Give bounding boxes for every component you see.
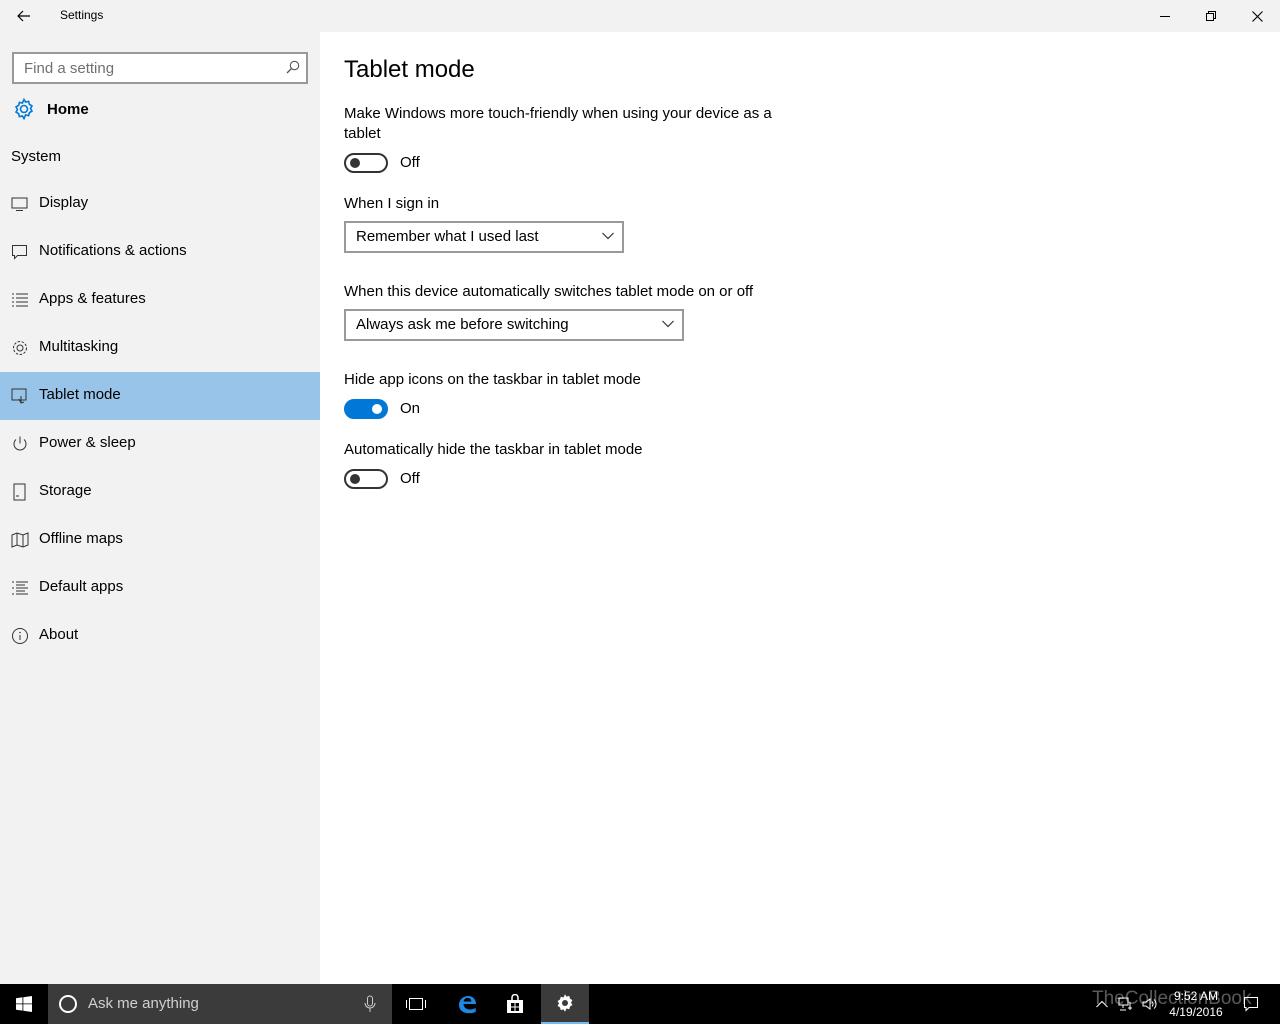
- window-title: Settings: [60, 8, 104, 22]
- power-icon: [13, 436, 27, 451]
- sign-in-label: When I sign in: [344, 195, 440, 212]
- sidebar-item-display[interactable]: Display: [0, 180, 320, 228]
- toggle-knob: [350, 158, 360, 168]
- touch-friendly-state: Off: [400, 154, 420, 171]
- storage-icon: [13, 483, 26, 501]
- settings-taskbar-button[interactable]: [541, 984, 589, 1024]
- sidebar-item-label: Apps & features: [39, 290, 146, 307]
- sidebar-item-apps[interactable]: Apps & features: [0, 276, 320, 324]
- title-bar: Settings: [0, 0, 1280, 32]
- sidebar-item-storage[interactable]: Storage: [0, 468, 320, 516]
- windows-logo-icon: [16, 996, 32, 1012]
- default-apps-icon: [12, 581, 28, 595]
- gear-icon: [14, 97, 34, 121]
- clock[interactable]: 9:52 AM 4/19/2016: [1160, 988, 1232, 1020]
- sidebar-item-label: Notifications & actions: [39, 242, 187, 259]
- sidebar-item-label: Storage: [39, 482, 92, 499]
- back-button[interactable]: [0, 0, 48, 32]
- chevron-down-icon: [662, 320, 674, 328]
- sidebar-item-label: About: [39, 626, 79, 643]
- store-icon: [507, 994, 523, 1013]
- auto-switch-dropdown[interactable]: Always ask me before switching: [344, 309, 684, 341]
- info-icon: [12, 628, 28, 644]
- search-icon: [286, 60, 300, 74]
- cortana-icon: [59, 995, 77, 1013]
- sidebar-item-multitasking[interactable]: Multitasking: [0, 324, 320, 372]
- multitasking-icon: [13, 341, 27, 355]
- auto-switch-value: Always ask me before switching: [356, 316, 569, 333]
- toggle-knob: [372, 404, 382, 414]
- display-icon: [11, 197, 28, 211]
- sidebar-item-label: Power & sleep: [39, 434, 136, 451]
- sidebar-item-about[interactable]: About: [0, 612, 320, 660]
- page-title: Tablet mode: [344, 56, 475, 83]
- task-view-icon: [406, 998, 426, 1010]
- restore-icon: [1206, 11, 1216, 21]
- notifications-icon: [12, 245, 27, 260]
- home-link[interactable]: Home: [12, 94, 312, 124]
- section-title: System: [11, 148, 62, 165]
- sign-in-value: Remember what I used last: [356, 228, 539, 245]
- sidebar-item-label: Display: [39, 194, 89, 211]
- hide-taskbar-toggle[interactable]: [344, 469, 388, 489]
- gear-icon: [557, 994, 573, 1012]
- start-button[interactable]: [0, 984, 48, 1024]
- sidebar-item-power[interactable]: Power & sleep: [0, 420, 320, 468]
- touch-friendly-description: Make Windows more touch-friendly when us…: [344, 105, 772, 142]
- taskbar: Ask me anything TheCollectionBook 9:52 A…: [0, 984, 1280, 1024]
- close-icon: [1251, 10, 1263, 22]
- search-input[interactable]: Find a setting: [12, 52, 308, 84]
- edge-icon: [459, 996, 476, 1014]
- sidebar-item-label: Multitasking: [39, 338, 119, 355]
- cortana-search-box[interactable]: Ask me anything: [48, 984, 392, 1024]
- home-label: Home: [47, 100, 89, 118]
- hide-icons-label: Hide app icons on the taskbar in tablet …: [344, 371, 641, 388]
- touch-friendly-toggle[interactable]: [344, 153, 388, 173]
- sidebar-item-tablet-mode[interactable]: Tablet mode: [0, 372, 320, 420]
- sidebar-item-label: Offline maps: [39, 530, 123, 547]
- microphone-icon[interactable]: [364, 995, 376, 1013]
- action-center-icon: [1244, 997, 1258, 1012]
- minimize-button[interactable]: [1142, 0, 1188, 32]
- sidebar-item-default-apps[interactable]: Default apps: [0, 564, 320, 612]
- clock-date: 4/19/2016: [1169, 1005, 1223, 1019]
- back-arrow-icon: [17, 10, 30, 22]
- apps-list-icon: [12, 293, 28, 307]
- chevron-down-icon: [602, 232, 614, 240]
- sidebar-item-offline-maps[interactable]: Offline maps: [0, 516, 320, 564]
- map-icon: [11, 532, 29, 548]
- sidebar: Find a setting Home System Display Notif…: [0, 32, 320, 984]
- sidebar-item-label: Default apps: [39, 578, 124, 595]
- edge-taskbar-button[interactable]: [443, 984, 491, 1024]
- hide-icons-state: On: [400, 400, 421, 417]
- sidebar-item-label: Tablet mode: [39, 386, 121, 403]
- sidebar-item-notifications[interactable]: Notifications & actions: [0, 228, 320, 276]
- hide-icons-toggle[interactable]: [344, 399, 388, 419]
- hide-taskbar-label: Automatically hide the taskbar in tablet…: [344, 441, 643, 458]
- hide-taskbar-state: Off: [400, 470, 420, 487]
- store-taskbar-button[interactable]: [491, 984, 539, 1024]
- clock-time: 9:52 AM: [1173, 989, 1219, 1003]
- main-content: Tablet mode Make Windows more touch-frie…: [320, 32, 1280, 984]
- search-placeholder: Find a setting: [24, 60, 115, 77]
- toggle-knob: [350, 474, 360, 484]
- minimize-icon: [1160, 16, 1170, 17]
- tablet-mode-icon: [11, 388, 27, 404]
- action-center-button[interactable]: [1238, 984, 1264, 1024]
- cortana-placeholder: Ask me anything: [88, 995, 199, 1012]
- close-button[interactable]: [1234, 0, 1280, 32]
- sign-in-dropdown[interactable]: Remember what I used last: [344, 221, 624, 253]
- task-view-button[interactable]: [392, 984, 440, 1024]
- restore-button[interactable]: [1188, 0, 1234, 32]
- auto-switch-label: When this device automatically switches …: [344, 283, 754, 300]
